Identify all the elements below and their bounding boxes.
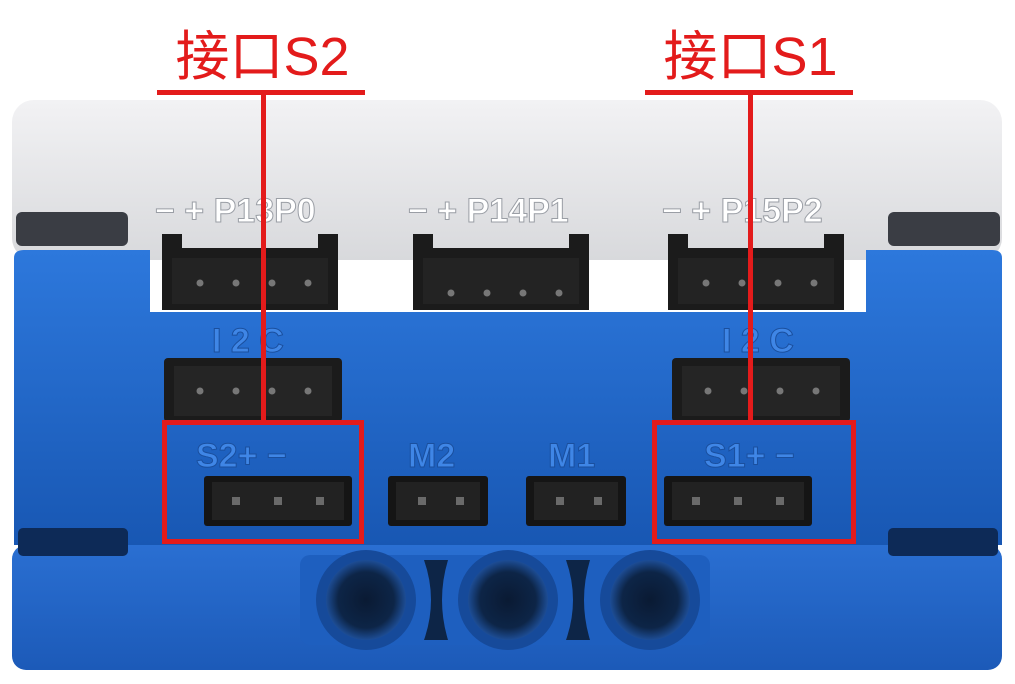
m2-label: M2 — [408, 437, 455, 475]
leader-line-s2 — [261, 92, 266, 422]
leader-line-s1 — [748, 92, 753, 422]
connector-m2 — [388, 476, 488, 526]
i2c-label-left: I 2 C — [212, 322, 284, 360]
expansion-board-device: − + P13P0 − + P14P1 − + P15P2 I 2 C I 2 … — [12, 100, 1002, 670]
right-edge-slot — [888, 212, 1000, 246]
port-label-p15p2: − + P15P2 — [662, 192, 823, 230]
connector-i2c-left — [164, 358, 342, 422]
m1-label: M1 — [548, 437, 595, 475]
callout-interface-s1: 接口S1 — [663, 27, 838, 87]
right-lower-slot — [888, 528, 998, 556]
white-top-shell — [12, 100, 1002, 260]
connector-m1 — [526, 476, 626, 526]
left-edge-slot — [16, 212, 128, 246]
highlight-frame-s2 — [162, 420, 364, 544]
i2c-label-right: I 2 C — [722, 322, 794, 360]
port-label-p13p0: − + P13P0 — [155, 192, 316, 230]
port-label-p14p1: − + P14P1 — [408, 192, 569, 230]
callout-interface-s2: 接口S2 — [175, 27, 350, 87]
connector-i2c-right — [672, 358, 850, 422]
left-lower-slot — [18, 528, 128, 556]
product-photo-stage: − + P13P0 − + P14P1 − + P15P2 I 2 C I 2 … — [0, 0, 1015, 684]
highlight-frame-s1 — [652, 420, 856, 544]
